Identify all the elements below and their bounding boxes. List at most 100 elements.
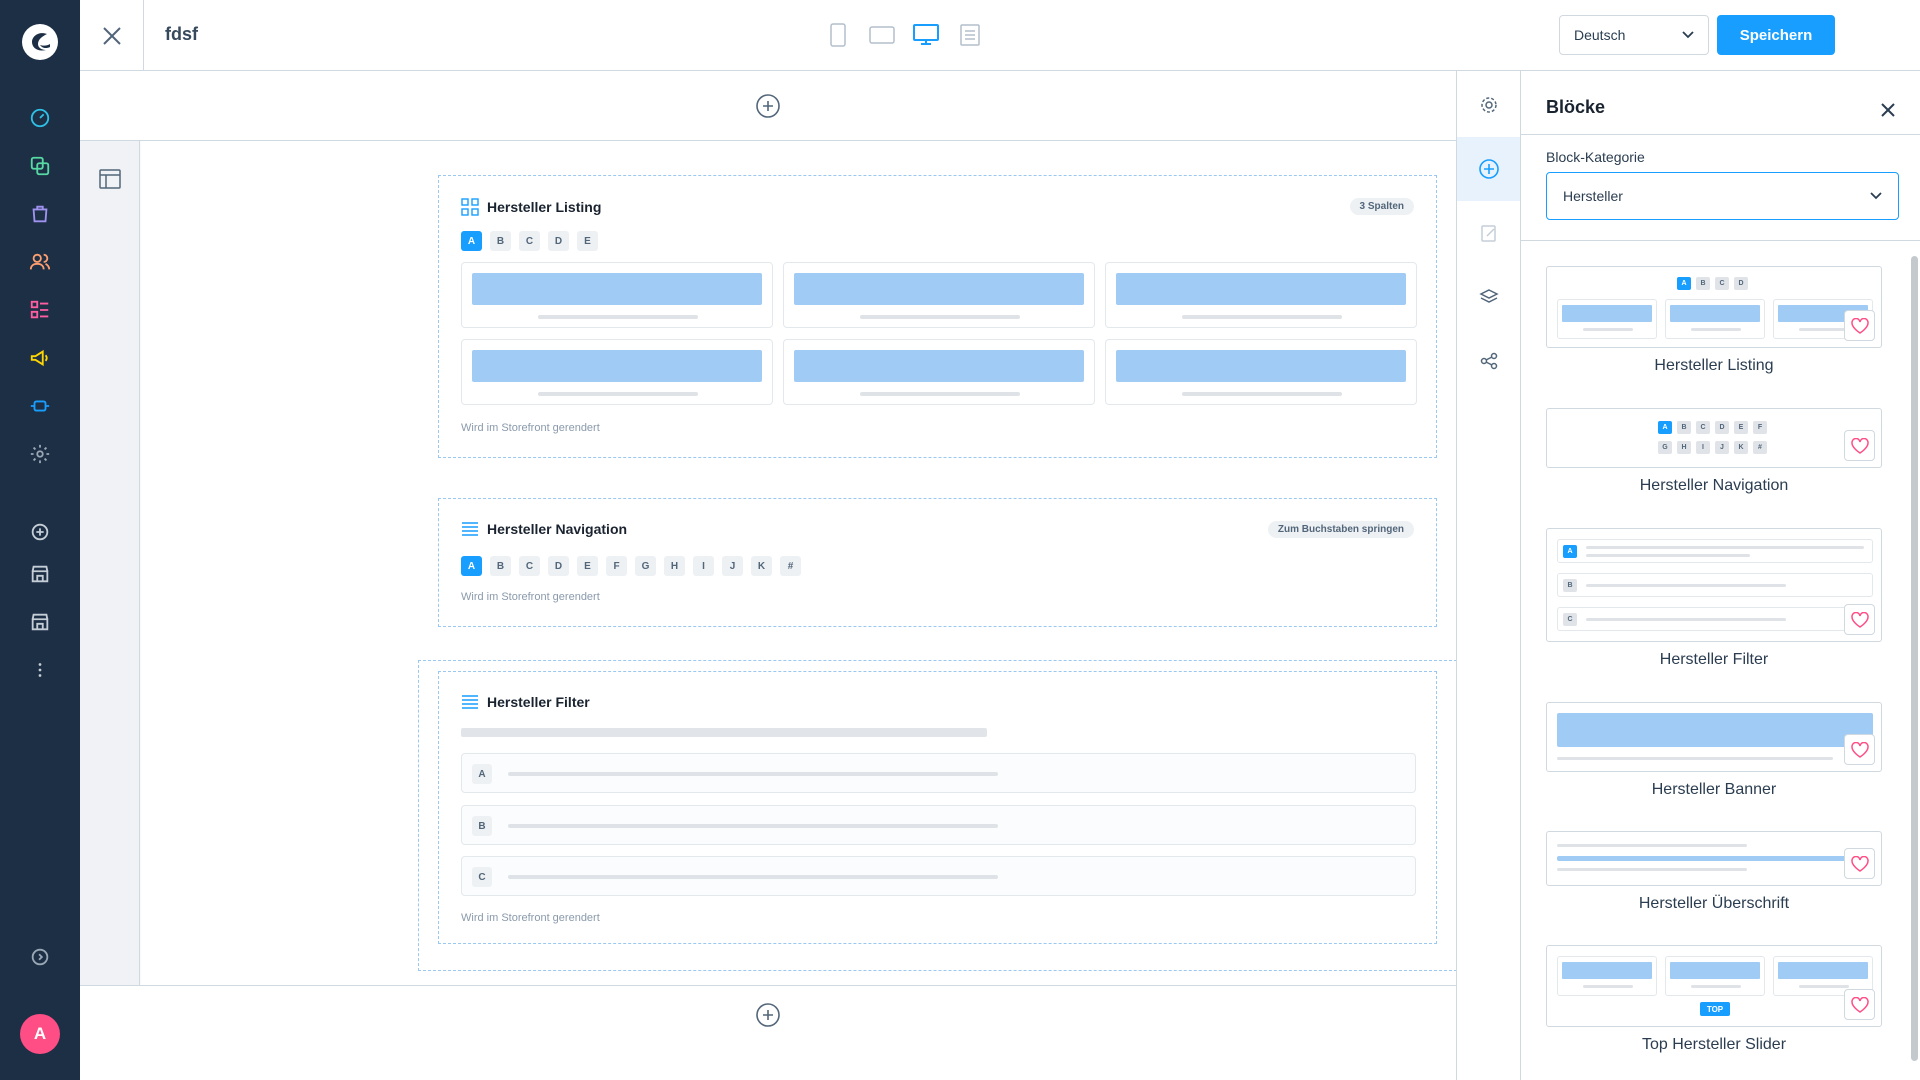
letter-tab[interactable]: A xyxy=(461,231,482,251)
mobile-icon xyxy=(830,23,846,47)
letter-tab[interactable]: H xyxy=(664,556,685,576)
catalog-icon[interactable] xyxy=(28,154,52,178)
close-icon[interactable] xyxy=(1879,101,1897,119)
filter-row[interactable]: C xyxy=(461,856,1416,896)
extensions-icon[interactable] xyxy=(28,394,52,418)
heart-icon xyxy=(1850,437,1869,454)
block-preview xyxy=(1546,702,1882,772)
block-title: Hersteller Listing xyxy=(487,199,602,215)
block-item-top-hersteller-slider[interactable]: TOP Top Hersteller Slider xyxy=(1546,945,1882,1054)
favorite-button[interactable] xyxy=(1844,848,1875,879)
letter-tab[interactable]: E xyxy=(577,556,598,576)
storefront-icon[interactable] xyxy=(28,610,52,634)
add-icon[interactable] xyxy=(28,520,52,544)
category-select[interactable]: Hersteller xyxy=(1546,172,1899,220)
favorite-button[interactable] xyxy=(1844,310,1875,341)
marketing-icon[interactable] xyxy=(28,346,52,370)
search-placeholder-bar xyxy=(461,728,987,737)
layout-icon[interactable] xyxy=(98,167,122,191)
letter-tab[interactable]: J xyxy=(722,556,743,576)
shopware-logo-icon[interactable] xyxy=(20,22,60,62)
mobile-viewport-button[interactable] xyxy=(825,22,851,48)
tablet-viewport-button[interactable] xyxy=(869,22,895,48)
block-item-hersteller-ueberschrift[interactable]: Hersteller Überschrift xyxy=(1546,831,1882,913)
block-item-label: Top Hersteller Slider xyxy=(1641,1036,1787,1053)
preview-letter: A xyxy=(1563,545,1577,558)
desktop-viewport-button[interactable] xyxy=(913,22,939,48)
manufacturer-card xyxy=(461,339,773,405)
letter-tab[interactable]: A xyxy=(461,556,482,576)
close-editor-button[interactable] xyxy=(80,0,144,71)
add-section-bottom xyxy=(80,985,1456,1080)
settings-icon[interactable] xyxy=(28,442,52,466)
hersteller-navigation-block[interactable]: Hersteller Navigation Zum Buchstaben spr… xyxy=(438,498,1437,627)
letter-tab[interactable]: D xyxy=(548,231,569,251)
favorite-button[interactable] xyxy=(1844,989,1875,1020)
letter-tab[interactable]: I xyxy=(693,556,714,576)
tab-settings[interactable] xyxy=(1457,73,1520,137)
block-item-hersteller-navigation[interactable]: A B C D E F G H I J K # Hersteller Navig… xyxy=(1546,408,1882,495)
block-header: Hersteller Navigation xyxy=(461,521,627,537)
preview-letter: # xyxy=(1753,441,1767,454)
tab-add-blocks[interactable] xyxy=(1457,137,1520,201)
storefront-icon[interactable] xyxy=(28,562,52,586)
heart-icon xyxy=(1850,611,1869,628)
hersteller-filter-block[interactable]: Hersteller Filter A B C Wird im Storefro… xyxy=(438,671,1437,944)
add-section-icon[interactable] xyxy=(755,1002,781,1028)
chevron-down-icon xyxy=(1870,192,1882,200)
preview-letter: I xyxy=(1696,441,1710,454)
block-item-hersteller-banner[interactable]: Hersteller Banner xyxy=(1546,702,1882,799)
letter-tab[interactable]: # xyxy=(780,556,801,576)
letter-tab[interactable]: F xyxy=(606,556,627,576)
page-title[interactable]: fdsf xyxy=(165,24,198,45)
preview-letter: D xyxy=(1734,277,1748,290)
tab-share[interactable] xyxy=(1457,329,1520,393)
block-item-hersteller-filter[interactable]: A B C Hersteller Filter xyxy=(1546,528,1882,669)
filter-row[interactable]: B xyxy=(461,805,1416,845)
block-item-label: Hersteller Filter xyxy=(1659,651,1769,668)
content-icon[interactable] xyxy=(28,298,52,322)
language-select[interactable]: Deutsch xyxy=(1559,15,1709,55)
letter-tab[interactable]: B xyxy=(490,231,511,251)
heart-icon xyxy=(1850,741,1869,758)
top-tag: TOP xyxy=(1700,1002,1730,1016)
scrollbar[interactable] xyxy=(1911,256,1918,1061)
letter-tab[interactable]: D xyxy=(548,556,569,576)
letter-tab[interactable]: E xyxy=(577,231,598,251)
favorite-button[interactable] xyxy=(1844,430,1875,461)
add-section-icon[interactable] xyxy=(755,93,781,119)
heart-icon xyxy=(1850,855,1869,872)
document-icon xyxy=(960,24,980,46)
dashboard-icon[interactable] xyxy=(28,106,52,130)
more-icon[interactable] xyxy=(28,658,52,682)
customers-icon[interactable] xyxy=(28,250,52,274)
section-settings-strip xyxy=(80,141,140,985)
letter-tab[interactable]: B xyxy=(490,556,511,576)
letter-tab[interactable]: C xyxy=(519,556,540,576)
letter-tab[interactable]: G xyxy=(635,556,656,576)
expand-icon[interactable] xyxy=(28,945,52,969)
form-viewport-button[interactable] xyxy=(957,22,983,48)
user-avatar[interactable]: A xyxy=(20,1014,60,1054)
save-button[interactable]: Speichern xyxy=(1717,15,1835,55)
favorite-button[interactable] xyxy=(1844,604,1875,635)
orders-icon[interactable] xyxy=(28,202,52,226)
tab-edit[interactable] xyxy=(1457,201,1520,265)
letter-tab[interactable]: C xyxy=(519,231,540,251)
block-preview: A B C xyxy=(1546,528,1882,642)
block-item-hersteller-listing[interactable]: A B C D Hersteller Listing xyxy=(1546,266,1882,375)
hersteller-listing-block[interactable]: Hersteller Listing 3 Spalten A B C D E W… xyxy=(438,175,1437,458)
preview-letter: B xyxy=(1677,421,1691,434)
favorite-button[interactable] xyxy=(1844,734,1875,765)
heart-icon xyxy=(1850,996,1869,1013)
letter-tabs: A B C D E F G H I J K # xyxy=(461,556,801,576)
tab-layers[interactable] xyxy=(1457,265,1520,329)
chevron-down-icon xyxy=(1682,31,1694,39)
letter-tab[interactable]: K xyxy=(751,556,772,576)
filter-row[interactable]: A xyxy=(461,753,1416,793)
preview-letter: K xyxy=(1734,441,1748,454)
block-preview xyxy=(1546,831,1882,886)
block-item-label: Hersteller Banner xyxy=(1651,781,1777,798)
divider xyxy=(1521,134,1920,135)
close-icon xyxy=(102,26,121,45)
